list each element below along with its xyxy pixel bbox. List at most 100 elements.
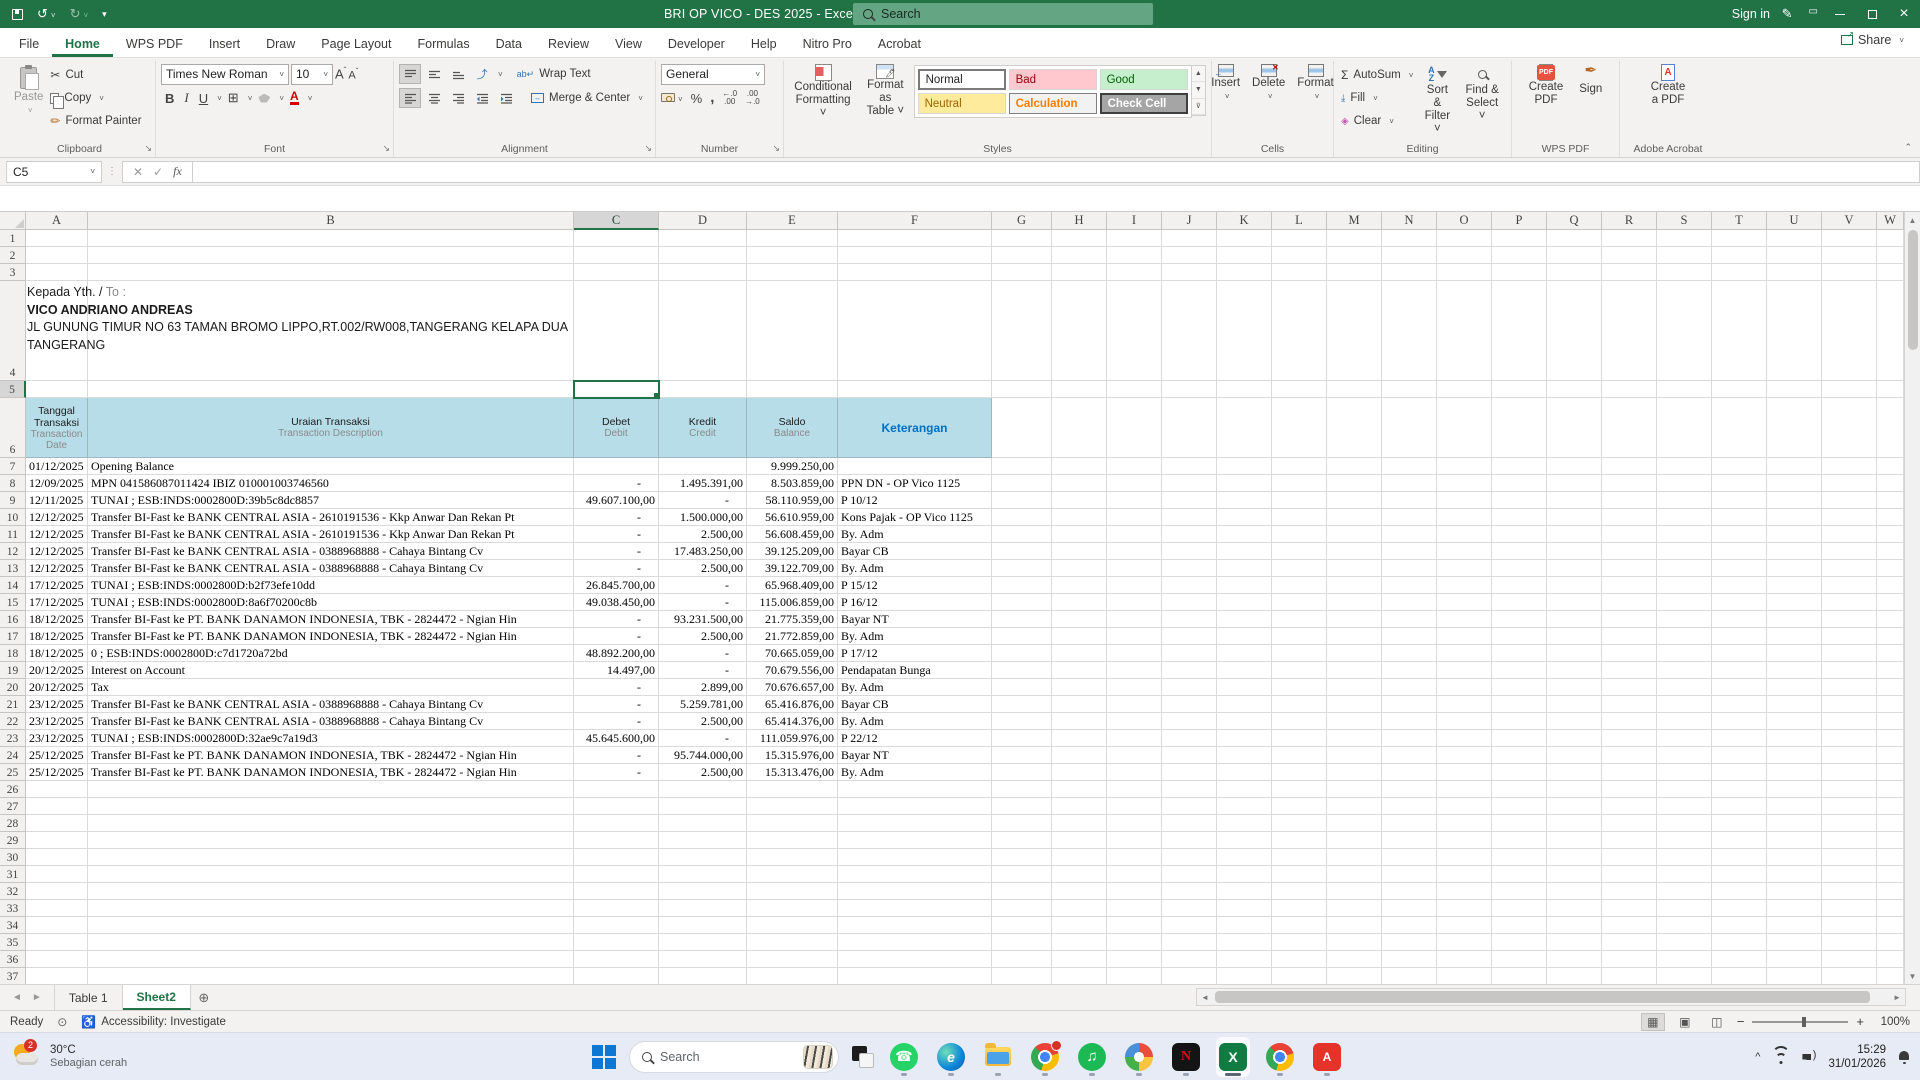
cell-T19[interactable] [1712, 662, 1767, 679]
borders-icon[interactable]: ⊞ [224, 90, 243, 106]
cell-M10[interactable] [1327, 509, 1382, 526]
cell-M1[interactable] [1327, 230, 1382, 247]
cell-C25[interactable]: - [574, 764, 659, 781]
cell-E14[interactable]: 65.968.409,00 [747, 577, 838, 594]
tab-wps-pdf[interactable]: WPS PDF [113, 30, 196, 57]
cell-H21[interactable] [1052, 696, 1107, 713]
cell-G17[interactable] [992, 628, 1052, 645]
cell-R14[interactable] [1602, 577, 1657, 594]
taskbar-app-file-explorer[interactable] [981, 1037, 1015, 1077]
cell-Q28[interactable] [1547, 815, 1602, 832]
cell-W26[interactable] [1877, 781, 1904, 798]
delete-cells-button[interactable]: Delete˅ [1247, 62, 1290, 105]
cell-G19[interactable] [992, 662, 1052, 679]
cell-L12[interactable] [1272, 543, 1327, 560]
cell-W19[interactable] [1877, 662, 1904, 679]
row-number-19[interactable]: 19 [0, 662, 26, 679]
font-name-select[interactable]: Times New Roman˅ [161, 64, 289, 85]
wrap-text-button[interactable]: ab↵ Wrap Text [515, 64, 593, 84]
sort-filter-button[interactable]: AZ Sort &Filter ˅ [1416, 62, 1458, 138]
cell-G29[interactable] [992, 832, 1052, 849]
cell-F26[interactable] [838, 781, 992, 798]
cell-P13[interactable] [1492, 560, 1547, 577]
cell-K37[interactable] [1217, 968, 1272, 984]
cell-W25[interactable] [1877, 764, 1904, 781]
cell-M15[interactable] [1327, 594, 1382, 611]
cell-U9[interactable] [1767, 492, 1822, 509]
cell-S28[interactable] [1657, 815, 1712, 832]
cell-G31[interactable] [992, 866, 1052, 883]
row-number-9[interactable]: 9 [0, 492, 26, 509]
cell-D33[interactable] [659, 900, 747, 917]
cell-C28[interactable] [574, 815, 659, 832]
cell-E23[interactable]: 111.059.976,00 [747, 730, 838, 747]
cell-R25[interactable] [1602, 764, 1657, 781]
cell-Q35[interactable] [1547, 934, 1602, 951]
fill-button[interactable]: ⤓Fill˅ [1339, 88, 1416, 108]
cell-P36[interactable] [1492, 951, 1547, 968]
cell-B1[interactable] [88, 230, 574, 247]
cell-I6[interactable] [1107, 398, 1162, 458]
top-align-icon[interactable] [399, 64, 421, 84]
increase-font-icon[interactable]: Aˆ [335, 66, 346, 81]
cell-I32[interactable] [1107, 883, 1162, 900]
cell-G20[interactable] [992, 679, 1052, 696]
cell-N37[interactable] [1382, 968, 1437, 984]
cell-V22[interactable] [1822, 713, 1877, 730]
cell-U25[interactable] [1767, 764, 1822, 781]
cell-C26[interactable] [574, 781, 659, 798]
scroll-left-icon[interactable]: ◄ [1197, 993, 1213, 1002]
column-header-B[interactable]: B [88, 212, 574, 230]
cell-D27[interactable] [659, 798, 747, 815]
cell-O3[interactable] [1437, 264, 1492, 281]
cell-C9[interactable]: 49.607.100,00 [574, 492, 659, 509]
cell-N31[interactable] [1382, 866, 1437, 883]
cell-K20[interactable] [1217, 679, 1272, 696]
cell-W23[interactable] [1877, 730, 1904, 747]
cell-W9[interactable] [1877, 492, 1904, 509]
cell-H17[interactable] [1052, 628, 1107, 645]
cell-C4[interactable] [574, 281, 659, 381]
cell-O2[interactable] [1437, 247, 1492, 264]
cell-D34[interactable] [659, 917, 747, 934]
cell-E15[interactable]: 115.006.859,00 [747, 594, 838, 611]
cell-B36[interactable] [88, 951, 574, 968]
cell-U22[interactable] [1767, 713, 1822, 730]
row-number-11[interactable]: 11 [0, 526, 26, 543]
cell-N26[interactable] [1382, 781, 1437, 798]
cell-E33[interactable] [747, 900, 838, 917]
cell-R2[interactable] [1602, 247, 1657, 264]
cell-R11[interactable] [1602, 526, 1657, 543]
cell-M17[interactable] [1327, 628, 1382, 645]
sheet-tab-sheet2[interactable]: Sheet2 [123, 985, 191, 1010]
cell-G22[interactable] [992, 713, 1052, 730]
cell-P20[interactable] [1492, 679, 1547, 696]
cell-I9[interactable] [1107, 492, 1162, 509]
cell-I1[interactable] [1107, 230, 1162, 247]
cell-Q30[interactable] [1547, 849, 1602, 866]
cell-T16[interactable] [1712, 611, 1767, 628]
cell-P35[interactable] [1492, 934, 1547, 951]
cell-P16[interactable] [1492, 611, 1547, 628]
cell-U33[interactable] [1767, 900, 1822, 917]
cell-V6[interactable] [1822, 398, 1877, 458]
column-header-C[interactable]: C [574, 212, 659, 230]
cell-A32[interactable] [26, 883, 88, 900]
cell-C21[interactable]: - [574, 696, 659, 713]
cell-L33[interactable] [1272, 900, 1327, 917]
row-number-5[interactable]: 5 [0, 381, 26, 398]
cell-J23[interactable] [1162, 730, 1217, 747]
cell-B34[interactable] [88, 917, 574, 934]
cell-P27[interactable] [1492, 798, 1547, 815]
cell-L13[interactable] [1272, 560, 1327, 577]
paste-button[interactable]: Paste ˅ [9, 62, 48, 119]
cell-J26[interactable] [1162, 781, 1217, 798]
cell-O9[interactable] [1437, 492, 1492, 509]
decrease-decimal-icon[interactable]: .00→.0 [745, 90, 760, 106]
cell-S17[interactable] [1657, 628, 1712, 645]
cell-W20[interactable] [1877, 679, 1904, 696]
cell-C36[interactable] [574, 951, 659, 968]
cell-M34[interactable] [1327, 917, 1382, 934]
cell-F11[interactable]: By. Adm [838, 526, 992, 543]
gallery-up-icon[interactable]: ▲ [1192, 66, 1205, 82]
